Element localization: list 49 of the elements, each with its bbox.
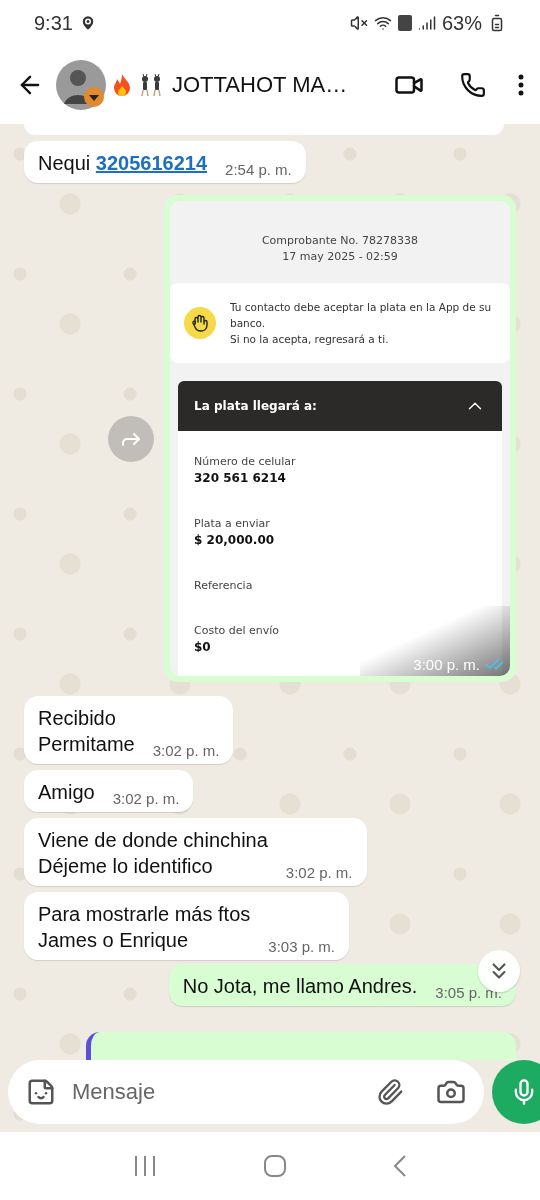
recipient-header[interactable]: La plata llegará a:: [178, 381, 502, 431]
dancers-icon: [138, 73, 164, 97]
message-time: 3:03 p. m.: [268, 938, 335, 955]
field-value: $0: [194, 640, 211, 654]
message-text: Para mostrarle más ftos: [38, 903, 251, 925]
message-text: Permitame: [38, 733, 135, 755]
hand-icon: [184, 307, 216, 339]
field-label: Referencia: [194, 579, 253, 592]
message-time: 3:02 p. m.: [152, 742, 220, 759]
back-nav-button[interactable]: [392, 1154, 407, 1178]
field-value: 320 561 6214: [194, 471, 286, 485]
message-time: 2:54 p. m.: [225, 161, 292, 178]
field-label: Plata a enviar: [194, 517, 270, 530]
receipt-date: 17 may 2025 - 02:59: [281, 249, 399, 265]
field-label: Costo del envío: [194, 624, 280, 637]
recents-button[interactable]: [133, 1155, 158, 1177]
paperclip-icon: [376, 1078, 404, 1106]
mic-button[interactable]: [492, 1060, 540, 1124]
mute-icon: [349, 14, 368, 32]
phone-link[interactable]: 3205616214: [95, 152, 208, 174]
message-input[interactable]: Mensaje: [70, 1078, 362, 1106]
message-text: Viene de donde chinchina: [38, 829, 268, 851]
message-time: 3:02 p. m.: [112, 790, 180, 807]
home-button[interactable]: [264, 1155, 286, 1177]
message-text: Nequi: [38, 152, 91, 174]
phone-icon: [460, 72, 486, 98]
message-text: Déjeme lo identifico: [38, 855, 213, 877]
avatar[interactable]: [56, 60, 106, 110]
scroll-down-button[interactable]: [478, 950, 520, 992]
message-text: No Jota, me llamo Andres.: [182, 975, 418, 997]
chat-title[interactable]: JOTTAHOT MA…: [172, 72, 348, 98]
signal-icon: [417, 14, 436, 32]
message-text: Amigo: [38, 781, 95, 803]
menu-icon: [518, 74, 524, 96]
wifi-icon: [373, 14, 392, 32]
clock-time: 9:31: [34, 11, 73, 35]
message-time: 3:00 p. m.: [413, 655, 480, 673]
message-text: Recibido: [38, 707, 116, 729]
message-field[interactable]: Mensaje: [8, 1060, 484, 1124]
fire-icon: [112, 73, 132, 97]
message-text: James o Enrique: [38, 929, 189, 951]
field-label: Número de celular: [194, 455, 296, 468]
sticker-icon: [26, 1077, 56, 1107]
field-value: $ 20,000.00: [194, 533, 275, 547]
battery-level: 63%: [441, 11, 482, 35]
receipt-number: Comprobante No. 78278338: [260, 233, 420, 249]
message-time: 3:02 p. m.: [285, 864, 353, 881]
message-time: 3:05 p. m.: [435, 984, 502, 1001]
notice-text: Tu contacto debe aceptar la plata en la App de su banco. Si no la acepta, regresará a ti.: [230, 300, 493, 347]
